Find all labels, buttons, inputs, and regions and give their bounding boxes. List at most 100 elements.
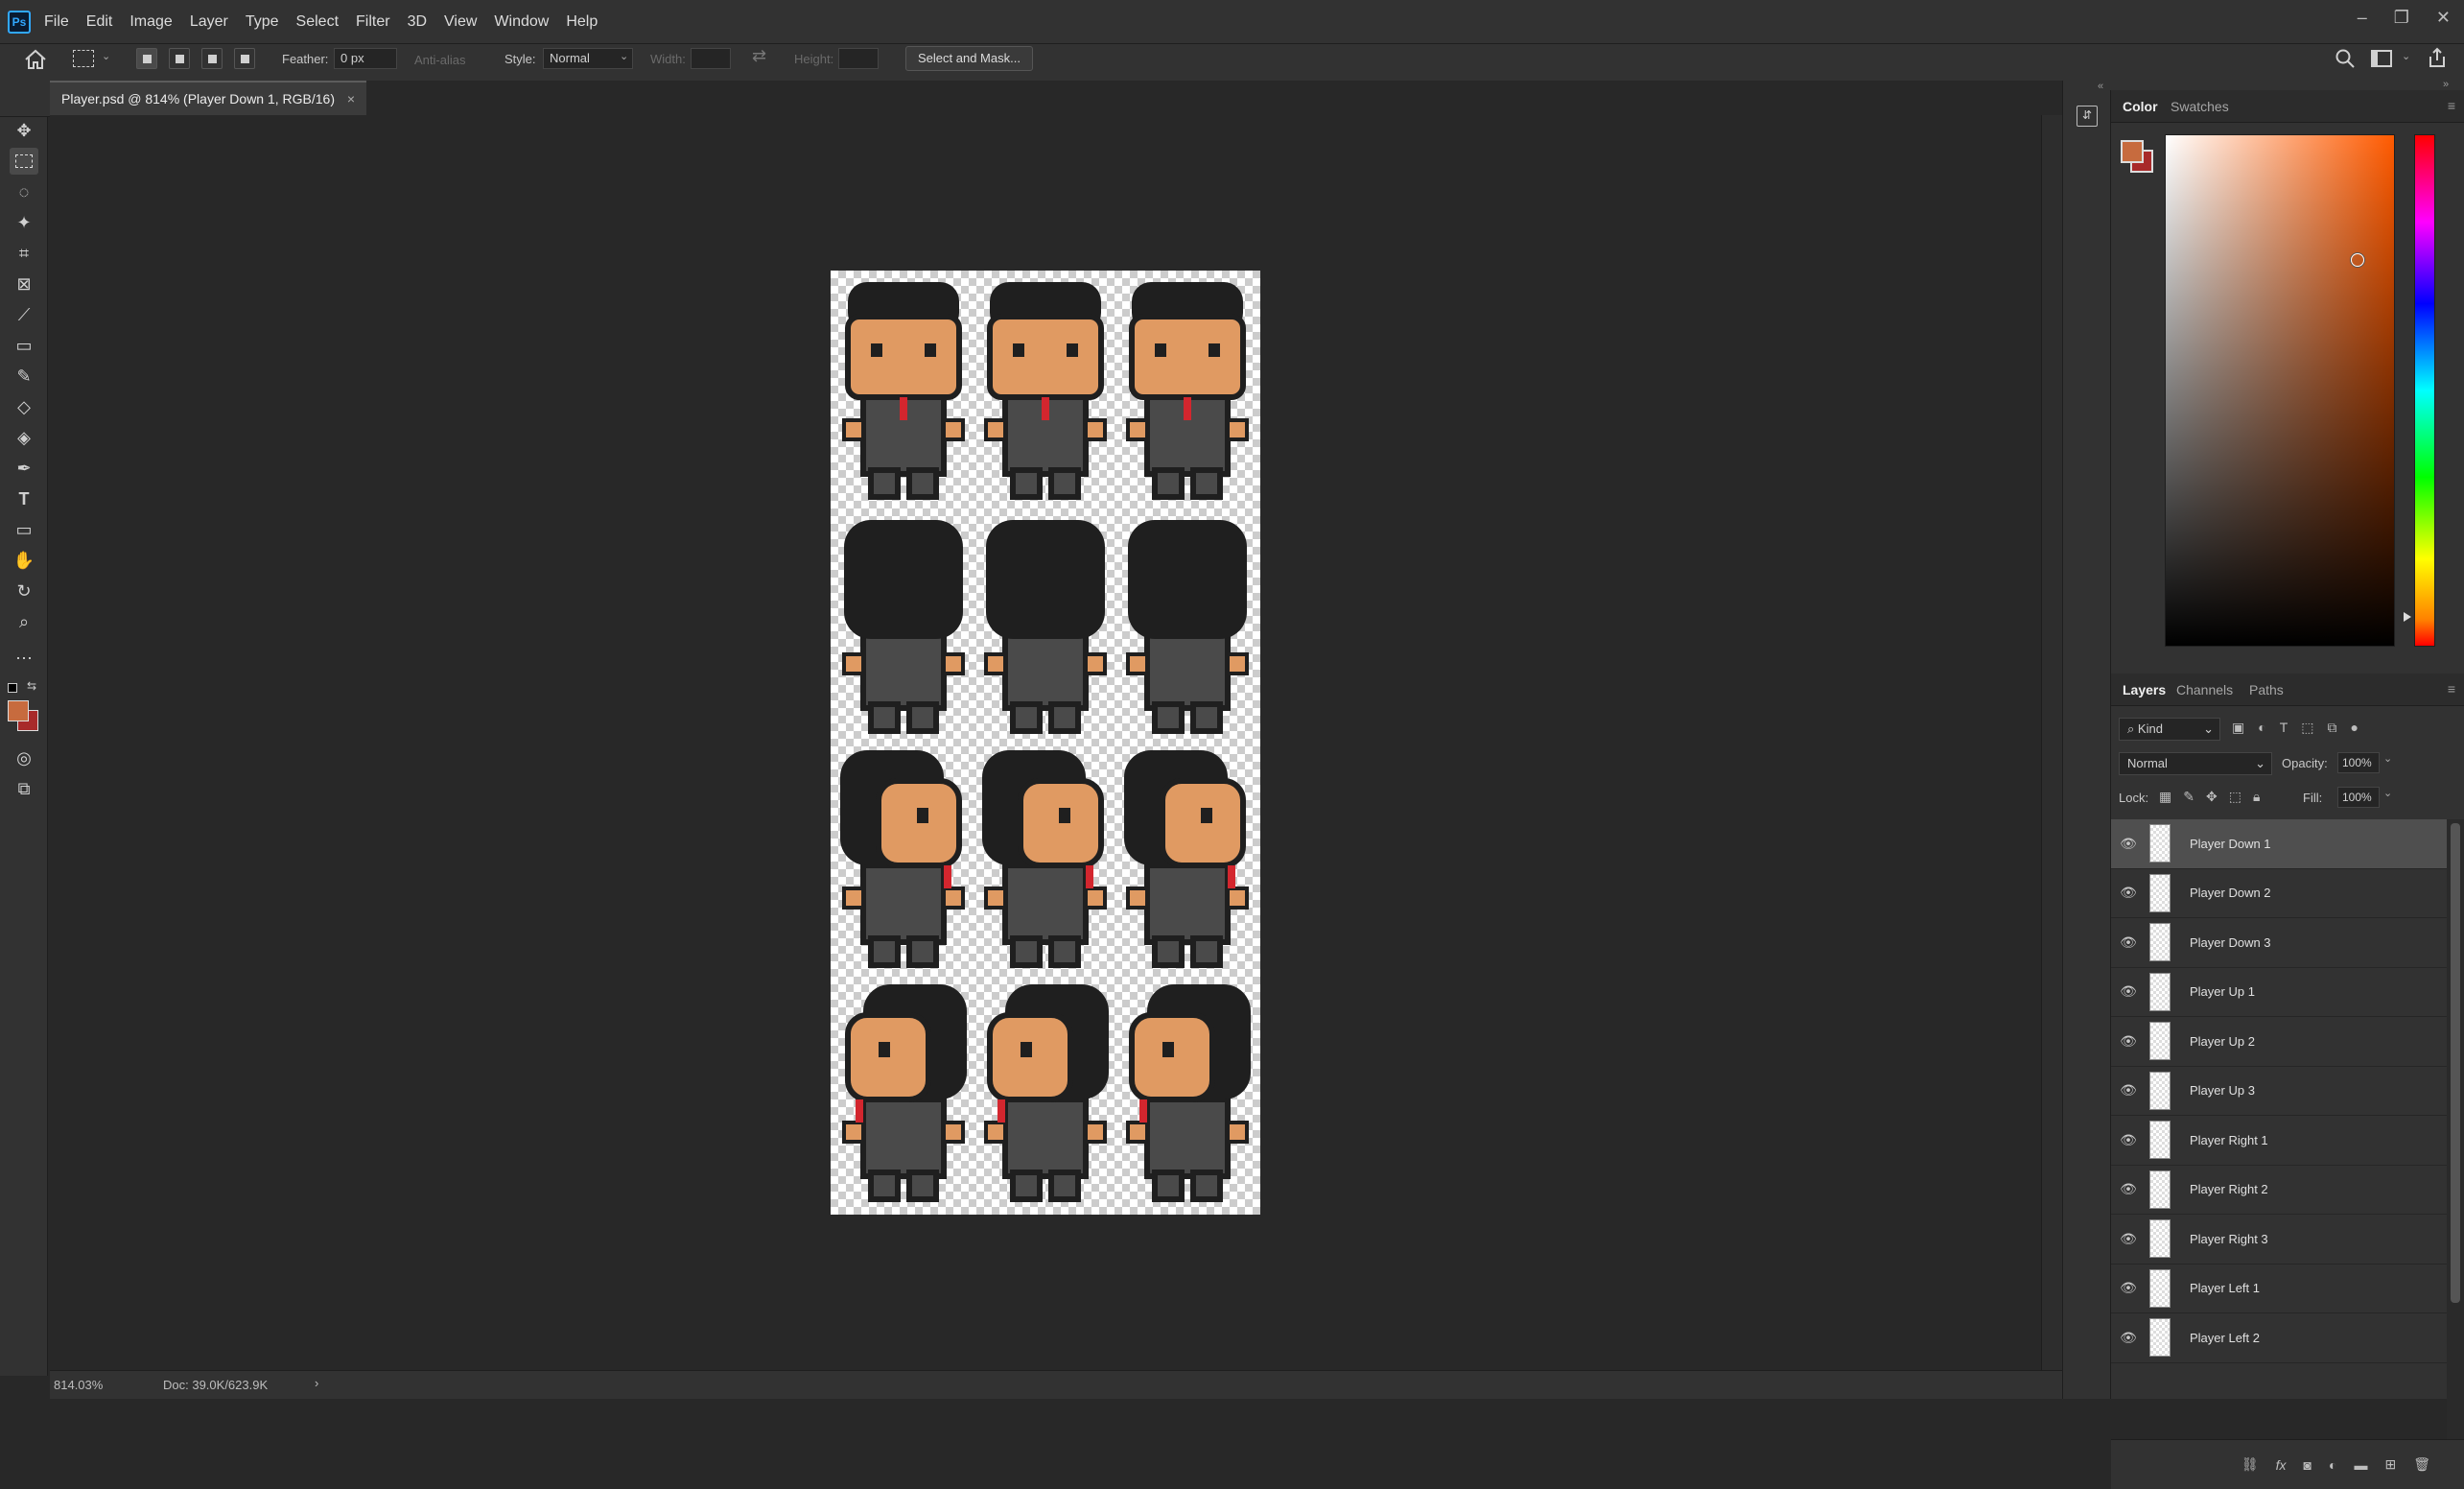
quick-mask-icon[interactable]: ◎: [10, 744, 38, 771]
layer-filter-kind[interactable]: ⌕ Kind ⌄: [2119, 718, 2220, 741]
swap-icon[interactable]: ⇄: [752, 46, 766, 66]
chevron-down-icon[interactable]: ⌄: [2402, 50, 2410, 62]
visibility-eye-icon[interactable]: 👁︎: [2111, 1132, 2146, 1148]
color-picker-ring[interactable]: [2351, 253, 2364, 267]
layer-row[interactable]: 👁︎ Player Left 1: [2111, 1264, 2447, 1313]
visibility-eye-icon[interactable]: 👁︎: [2111, 836, 2146, 852]
close-icon[interactable]: ×: [347, 83, 355, 115]
panel-menu-icon[interactable]: ≡: [2448, 98, 2455, 113]
status-menu-arrow[interactable]: ›: [315, 1376, 318, 1390]
layer-name[interactable]: Player Left 1: [2190, 1281, 2260, 1295]
layers-scroll-thumb[interactable]: [2451, 823, 2460, 1303]
menu-filter[interactable]: Filter: [356, 13, 390, 31]
filter-toggle-icon[interactable]: ●: [2351, 720, 2358, 736]
layer-name[interactable]: Player Left 2: [2190, 1331, 2260, 1345]
search-icon[interactable]: [2335, 48, 2356, 69]
document-canvas[interactable]: [831, 271, 1260, 1215]
workspace-icon[interactable]: [2371, 50, 2392, 67]
swap-colors-icon[interactable]: ⇆: [27, 679, 36, 693]
width-input[interactable]: [691, 48, 731, 69]
pen-tool-icon[interactable]: ✒: [10, 455, 38, 482]
new-layer-icon[interactable]: ⊞: [2384, 1456, 2396, 1473]
opacity-input[interactable]: 100%: [2337, 752, 2380, 773]
chevron-down-icon[interactable]: ⌄: [102, 50, 110, 62]
lock-all-icon[interactable]: 🔒︎: [2253, 789, 2260, 805]
visibility-eye-icon[interactable]: 👁︎: [2111, 1033, 2146, 1050]
zoom-tool-icon[interactable]: ⌕: [10, 608, 38, 635]
canvas-scrollbar[interactable]: [2041, 115, 2062, 1370]
shape-filter-icon[interactable]: ⬚: [2301, 720, 2313, 736]
menu-edit[interactable]: Edit: [86, 13, 113, 31]
layer-row[interactable]: 👁︎ Player Up 2: [2111, 1017, 2447, 1067]
layers-scrollbar[interactable]: [2447, 819, 2464, 1439]
rectangle-tool-icon[interactable]: ▭: [10, 516, 38, 543]
height-input[interactable]: [838, 48, 879, 69]
layer-name[interactable]: Player Up 1: [2190, 984, 2255, 999]
lock-image-icon[interactable]: ✎: [2183, 789, 2194, 805]
visibility-eye-icon[interactable]: 👁︎: [2111, 983, 2146, 1000]
tab-color[interactable]: Color: [2123, 90, 2158, 123]
screen-mode-icon[interactable]: ⧉: [10, 775, 38, 802]
layer-thumbnail[interactable]: [2149, 1268, 2171, 1308]
lock-artboard-icon[interactable]: ⬚: [2229, 789, 2241, 805]
menu-image[interactable]: Image: [129, 13, 172, 31]
hue-marker[interactable]: [2404, 612, 2411, 622]
layer-name[interactable]: Player Right 1: [2190, 1133, 2268, 1147]
visibility-eye-icon[interactable]: 👁︎: [2111, 1181, 2146, 1197]
restore-button[interactable]: ❐: [2394, 8, 2409, 28]
magic-wand-icon[interactable]: ✦: [10, 209, 38, 236]
hue-slider[interactable]: [2414, 134, 2435, 647]
layer-row[interactable]: 👁︎ Player Up 1: [2111, 967, 2447, 1017]
brush-tool-icon[interactable]: ✎: [10, 363, 38, 390]
menu-help[interactable]: Help: [566, 13, 598, 31]
tab-channels[interactable]: Channels: [2176, 674, 2233, 706]
select-and-mask-button[interactable]: Select and Mask...: [905, 46, 1033, 71]
layer-name[interactable]: Player Down 3: [2190, 935, 2271, 950]
layer-name[interactable]: Player Down 2: [2190, 886, 2271, 900]
eraser-tool-icon[interactable]: ◇: [10, 393, 38, 420]
color-panel-foreground-swatch[interactable]: [2121, 140, 2144, 163]
layer-thumbnail[interactable]: [2149, 1170, 2171, 1209]
eyedropper-icon[interactable]: ⟋: [10, 301, 38, 328]
layer-style-icon[interactable]: fx: [2276, 1457, 2287, 1473]
layer-row[interactable]: 👁︎ Player Down 3: [2111, 918, 2447, 968]
visibility-eye-icon[interactable]: 👁︎: [2111, 1330, 2146, 1346]
lasso-tool-icon[interactable]: ◌: [10, 178, 38, 205]
layer-row[interactable]: 👁︎ Player Up 3: [2111, 1066, 2447, 1116]
crop-tool-icon[interactable]: ⌗: [10, 240, 38, 267]
visibility-eye-icon[interactable]: 👁︎: [2111, 1280, 2146, 1296]
close-button[interactable]: ✕: [2436, 8, 2451, 28]
layer-thumbnail[interactable]: [2149, 1121, 2171, 1160]
smart-object-filter-icon[interactable]: ⧉: [2328, 720, 2337, 736]
paint-bucket-icon[interactable]: ◈: [10, 424, 38, 451]
layer-thumbnail[interactable]: [2149, 972, 2171, 1011]
adjustment-filter-icon[interactable]: ◐: [2258, 720, 2265, 736]
rotate-view-icon[interactable]: ↻: [10, 578, 38, 604]
layer-name[interactable]: Player Up 2: [2190, 1034, 2255, 1049]
layer-name[interactable]: Player Down 1: [2190, 837, 2271, 851]
menu-layer[interactable]: Layer: [190, 13, 228, 31]
frame-tool-icon[interactable]: ⊠: [10, 271, 38, 297]
rectangular-marquee-icon[interactable]: [10, 148, 38, 175]
more-tools-icon[interactable]: ⋯: [10, 645, 38, 672]
layer-name[interactable]: Player Right 2: [2190, 1182, 2268, 1196]
visibility-eye-icon[interactable]: 👁︎: [2111, 885, 2146, 901]
type-filter-icon[interactable]: T: [2280, 720, 2288, 736]
default-colors-icon[interactable]: [8, 683, 17, 693]
new-selection-icon[interactable]: [136, 48, 157, 69]
layer-row[interactable]: 👁︎ Player Right 1: [2111, 1116, 2447, 1166]
tab-paths[interactable]: Paths: [2249, 674, 2284, 706]
menu-3d[interactable]: 3D: [408, 13, 427, 31]
adjustment-layer-icon[interactable]: ◐: [2329, 1457, 2336, 1473]
tab-player-psd[interactable]: Player.psd @ 814% (Player Down 1, RGB/16…: [50, 81, 366, 115]
type-tool-icon[interactable]: T: [10, 485, 38, 512]
panel-menu-icon[interactable]: ≡: [2448, 681, 2455, 697]
blend-mode-select[interactable]: Normal ⌄: [2119, 752, 2272, 775]
layer-name[interactable]: Player Right 3: [2190, 1232, 2268, 1246]
collapse-arrows-icon[interactable]: «: [2098, 81, 2103, 92]
layer-row[interactable]: 👁︎ Player Right 2: [2111, 1165, 2447, 1215]
intersect-selection-icon[interactable]: [234, 48, 255, 69]
layer-thumbnail[interactable]: [2149, 1071, 2171, 1110]
color-field[interactable]: [2165, 134, 2395, 647]
hand-tool-icon[interactable]: ✋: [10, 547, 38, 574]
